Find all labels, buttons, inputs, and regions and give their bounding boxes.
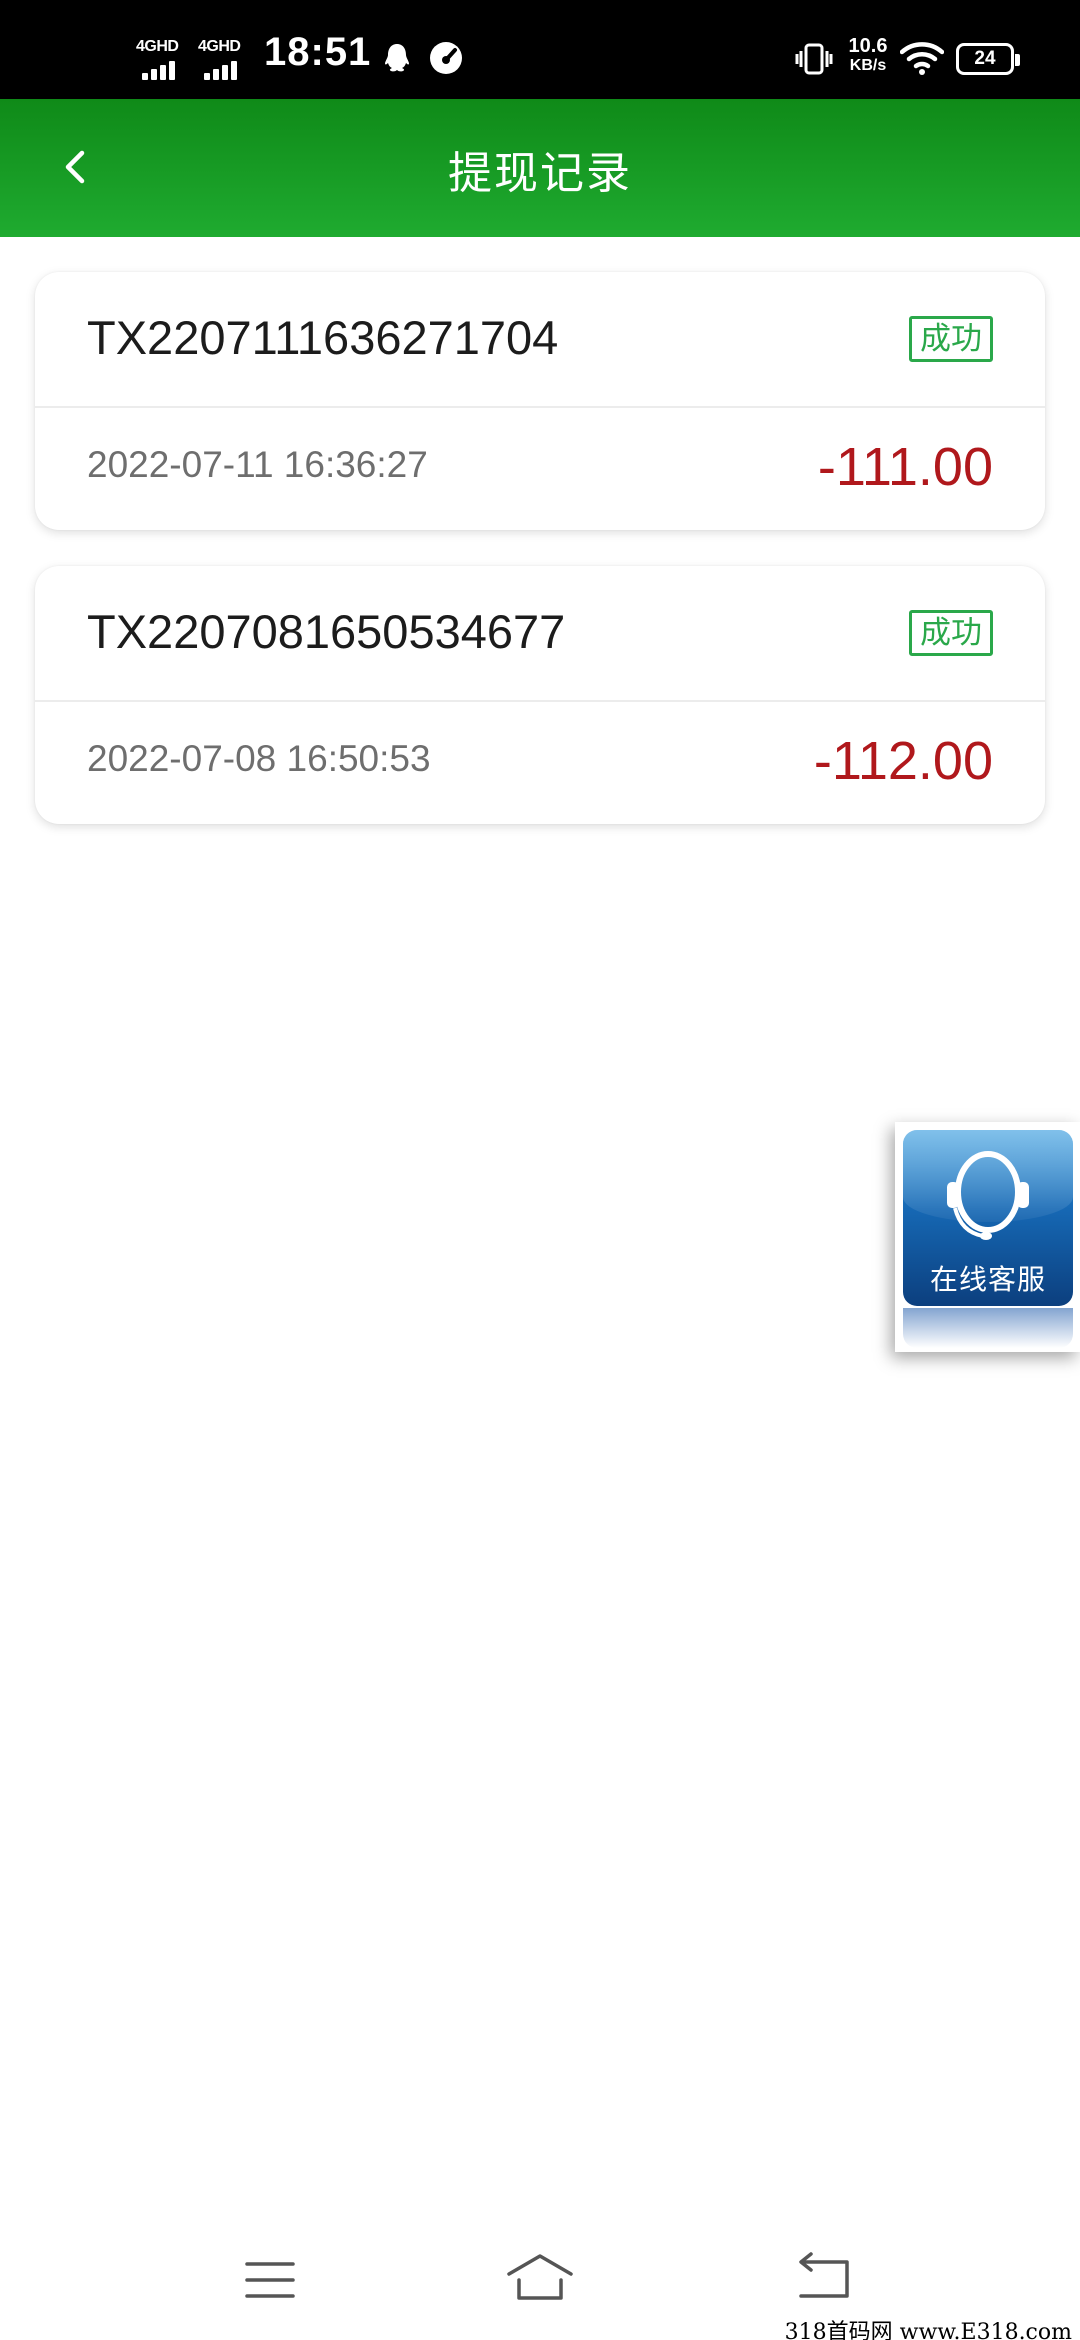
record-time: 2022-07-11 16:36:27: [87, 444, 428, 485]
record-card[interactable]: TX2207081650534677 成功 2022-07-08 16:50:5…: [35, 566, 1045, 824]
signal-bars-icon: [204, 58, 244, 80]
network-speed: 10.6 KB/s: [840, 36, 896, 74]
page-title: 提现记录: [448, 148, 632, 199]
menu-button[interactable]: [235, 2250, 305, 2310]
watermark: 318首码网 www.E318.com: [784, 2320, 1072, 2340]
network-speed-unit: KB/s: [849, 57, 887, 74]
battery-level: 24: [974, 48, 996, 69]
cellular-signal-1: 4GHD: [136, 34, 186, 84]
home-icon: [507, 2254, 573, 2300]
network-type-1: 4GHD: [136, 38, 179, 55]
record-card-header: TX2207081650534677 成功: [35, 566, 1045, 702]
vibrate-icon: [795, 43, 833, 75]
network-speed-value: 10.6: [848, 35, 888, 57]
back-nav-button[interactable]: [787, 2250, 857, 2310]
app-header: 提现记录: [0, 99, 1080, 237]
record-id: TX2207111636271704: [87, 311, 559, 364]
wifi-icon: [900, 42, 944, 75]
withdrawal-record-list: TX2207111636271704 成功 2022-07-11 16:36:2…: [35, 272, 1045, 860]
record-amount: -112.00: [813, 731, 993, 791]
qq-icon: [385, 44, 409, 72]
record-amount: -111.00: [817, 437, 993, 497]
back-icon: [799, 2252, 849, 2298]
gauge-icon: [430, 42, 462, 74]
app-screen: 4GHD 4GHD 18:51 10.6 KB/s 24 提现记录 TX2207…: [0, 0, 1080, 2340]
cellular-signal-2: 4GHD: [198, 34, 248, 84]
status-bar: 4GHD 4GHD 18:51 10.6 KB/s 24: [0, 0, 1080, 99]
record-card-header: TX2207111636271704 成功: [35, 272, 1045, 408]
home-button[interactable]: [505, 2250, 575, 2310]
menu-icon: [245, 2262, 295, 2298]
customer-service-badge: 在线客服: [903, 1130, 1073, 1306]
clock: 18:51: [264, 30, 372, 74]
status-badge: 成功: [909, 610, 993, 656]
headset-icon: [947, 1151, 1029, 1240]
signal-bars-icon: [142, 58, 182, 80]
customer-service-label: 在线客服: [929, 1263, 1046, 1296]
status-badge: 成功: [909, 316, 993, 362]
record-time: 2022-07-08 16:50:53: [87, 738, 431, 779]
record-card[interactable]: TX2207111636271704 成功 2022-07-11 16:36:2…: [35, 272, 1045, 530]
network-type-2: 4GHD: [198, 38, 241, 55]
battery-icon: 24: [956, 43, 1020, 75]
online-customer-service-button[interactable]: 在线客服: [895, 1122, 1080, 1352]
record-id: TX2207081650534677: [87, 605, 566, 658]
